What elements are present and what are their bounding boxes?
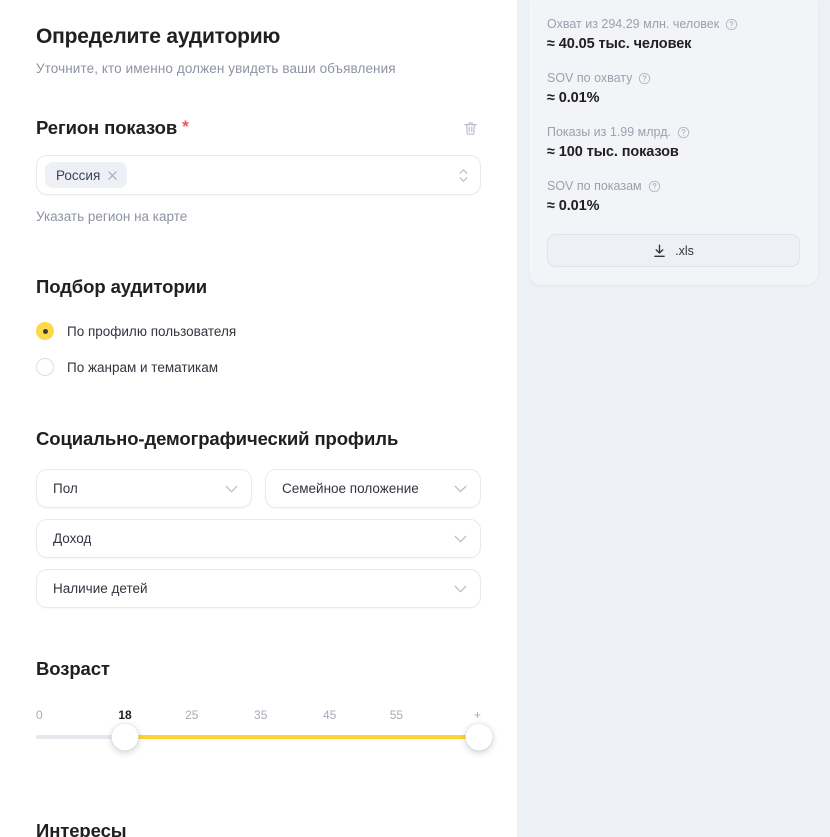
radio-option-by-user-profile[interactable]: По профилю пользователя: [36, 316, 481, 346]
page-title: Определите аудиторию: [36, 25, 281, 48]
stat-reach-value: ≈ 40.05 тыс. человек: [547, 36, 692, 52]
select-marital-status[interactable]: Семейное положение: [265, 469, 481, 508]
stat-impressions-value: ≈ 100 тыс. показов: [547, 144, 679, 160]
forecast-sidebar: Охват из 294.29 млн. человек ≈ 40.05 тыс…: [517, 0, 830, 837]
stat-reach-label-row: Охват из 294.29 млн. человек: [547, 17, 800, 31]
specify-region-on-map-link[interactable]: Указать регион на карте: [36, 209, 481, 224]
sociodemographic-profile-section: Социально-демографический профиль Пол Се…: [36, 428, 481, 608]
select-has-children[interactable]: Наличие детей: [36, 569, 481, 608]
help-circle-icon[interactable]: [638, 72, 651, 85]
chevron-up-down-icon[interactable]: [457, 168, 470, 182]
socdem-row-2: Доход: [36, 519, 481, 558]
main-form-column: Определите аудиторию Уточните, кто именн…: [0, 0, 517, 837]
select-income-label: Доход: [53, 531, 92, 546]
chevron-down-icon: [225, 485, 238, 493]
radio-label-by-genres-and-topics: По жанрам и тематикам: [67, 359, 219, 375]
age-section-title: Возраст: [36, 658, 110, 679]
age-tick-55: 55: [389, 708, 404, 722]
radio-option-by-genres-and-topics[interactable]: По жанрам и тематикам: [36, 352, 481, 382]
forecast-stats-card: Охват из 294.29 млн. человек ≈ 40.05 тыс…: [529, 0, 818, 285]
select-gender-label: Пол: [53, 481, 78, 496]
download-xls-button[interactable]: .xls: [547, 234, 800, 267]
stat-reach-label: Охват из 294.29 млн. человек: [547, 17, 720, 31]
audience-settings-page: Определите аудиторию Уточните, кто именн…: [0, 0, 830, 837]
stat-sov-impressions: SOV по показам ≈ 0.01%: [547, 179, 800, 214]
region-chip[interactable]: Россия: [45, 162, 128, 188]
stat-sov-reach-label: SOV по охвату: [547, 71, 633, 85]
stat-impressions: Показы из 1.99 млрд. ≈ 100 тыс. показов: [547, 125, 800, 160]
age-slider-handle-min[interactable]: [111, 723, 139, 751]
age-slider-fill: [125, 735, 479, 739]
region-title: Регион показов: [36, 117, 178, 138]
radio-icon-unchecked[interactable]: [36, 358, 54, 376]
age-slider-handle-max[interactable]: [465, 723, 493, 751]
age-tick-45: 45: [323, 708, 337, 722]
trash-icon: [462, 120, 479, 137]
interests-section: Интересы Опишите интересы вашей аудитори…: [36, 820, 481, 837]
region-input[interactable]: Россия: [36, 155, 481, 195]
age-tick-labels: 0 18 25 35 45 55 +: [36, 708, 481, 724]
stat-sov-reach-label-row: SOV по охвату: [547, 71, 800, 85]
stat-sov-impressions-label: SOV по показам: [547, 179, 642, 193]
audience-section-title: Подбор аудитории: [36, 276, 208, 297]
stat-sov-reach: SOV по охвату ≈ 0.01%: [547, 71, 800, 106]
age-slider-track[interactable]: [36, 723, 493, 751]
delete-region-button[interactable]: [459, 117, 481, 139]
stat-sov-impressions-value: ≈ 0.01%: [547, 198, 600, 214]
socdem-section-title: Социально-демографический профиль: [36, 428, 399, 449]
download-xls-label: .xls: [675, 243, 694, 258]
stat-impressions-label: Показы из 1.99 млрд.: [547, 125, 671, 139]
age-tick-18: 18: [118, 708, 132, 722]
radio-icon-checked[interactable]: [36, 322, 54, 340]
socdem-row-3: Наличие детей: [36, 569, 481, 608]
age-tick-25: 25: [185, 708, 199, 722]
select-has-children-label: Наличие детей: [53, 581, 148, 596]
stat-sov-reach-value: ≈ 0.01%: [547, 90, 600, 106]
age-section: Возраст 0 18 25 35 45 55 +: [36, 658, 493, 754]
chevron-down-icon: [454, 485, 467, 493]
interests-section-title: Интересы: [36, 820, 127, 837]
region-title-wrap: Регион показов *: [36, 117, 189, 139]
stat-reach: Охват из 294.29 млн. человек ≈ 40.05 тыс…: [547, 17, 800, 52]
region-chip-label: Россия: [56, 167, 101, 183]
audience-selection-section: Подбор аудитории По профилю пользователя…: [36, 276, 481, 382]
select-income[interactable]: Доход: [36, 519, 481, 558]
socdem-row-1: Пол Семейное положение: [36, 469, 481, 508]
required-asterisk: *: [182, 117, 189, 136]
age-tick-plus: +: [473, 708, 481, 722]
select-gender[interactable]: Пол: [36, 469, 252, 508]
region-section: Регион показов * Россия Указать регион н…: [36, 117, 481, 224]
age-tick-0: 0: [36, 708, 43, 722]
chevron-down-icon: [454, 585, 467, 593]
age-range-slider[interactable]: 0 18 25 35 45 55 +: [36, 708, 493, 754]
stat-sov-impressions-label-row: SOV по показам: [547, 179, 800, 193]
stat-impressions-label-row: Показы из 1.99 млрд.: [547, 125, 800, 139]
region-header: Регион показов *: [36, 117, 481, 139]
close-icon[interactable]: [107, 170, 118, 181]
chevron-down-icon: [454, 535, 467, 543]
page-subtitle: Уточните, кто именно должен увидеть ваши…: [36, 61, 396, 76]
help-circle-icon[interactable]: [648, 180, 661, 193]
help-circle-icon[interactable]: [725, 18, 738, 31]
help-circle-icon[interactable]: [677, 126, 690, 139]
download-icon: [653, 243, 666, 258]
radio-label-by-user-profile: По профилю пользователя: [67, 323, 237, 339]
age-tick-35: 35: [254, 708, 268, 722]
select-marital-status-label: Семейное положение: [282, 481, 419, 496]
